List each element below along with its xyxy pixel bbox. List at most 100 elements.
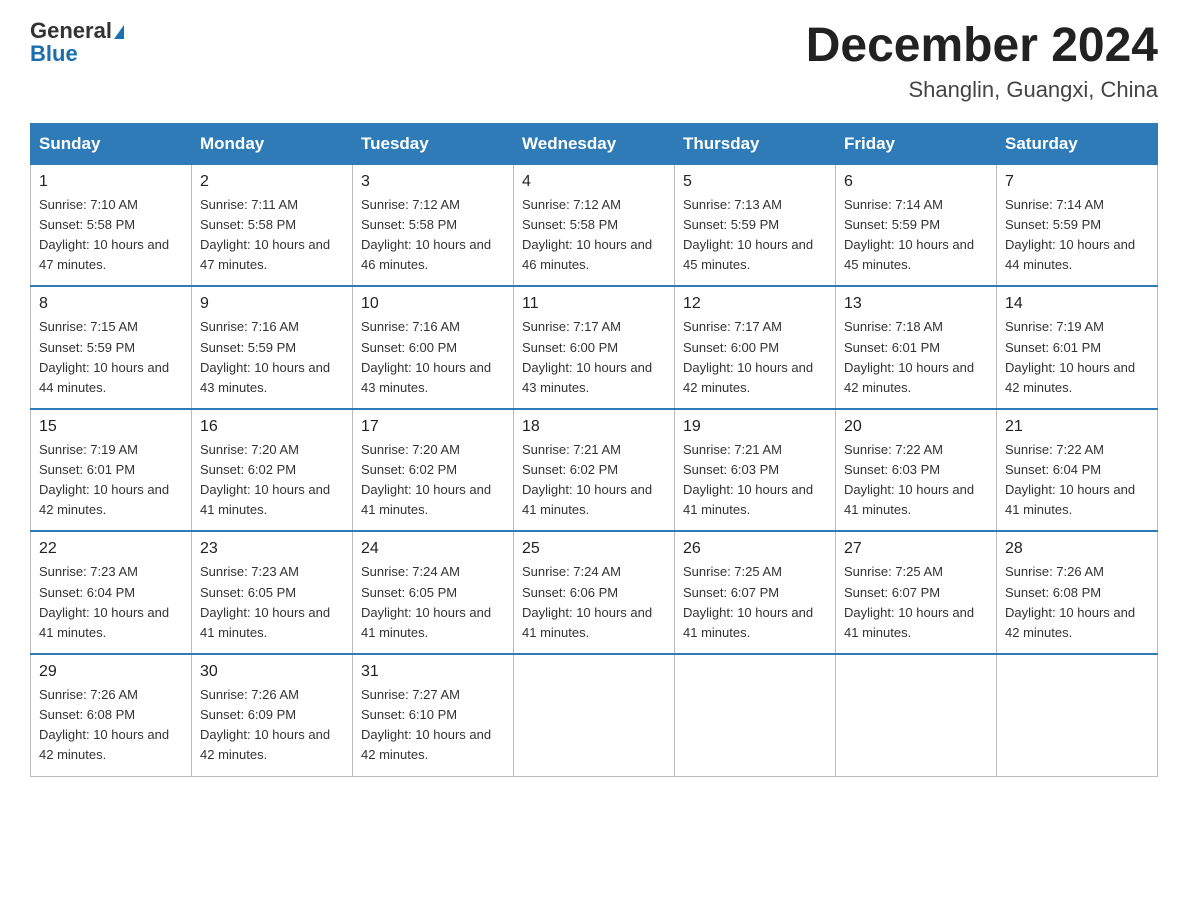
day-info: Sunrise: 7:27 AMSunset: 6:10 PMDaylight:… xyxy=(361,685,505,766)
calendar-cell: 8Sunrise: 7:15 AMSunset: 5:59 PMDaylight… xyxy=(31,286,192,409)
day-number: 3 xyxy=(361,173,505,191)
calendar-cell: 1 Sunrise: 7:10 AMSunset: 5:58 PMDaylight… xyxy=(31,164,192,286)
logo-blue: Blue xyxy=(30,41,78,66)
calendar-table: SundayMondayTuesdayWednesdayThursdayFrid… xyxy=(30,123,1158,777)
calendar-cell: 13Sunrise: 7:18 AMSunset: 6:01 PMDayligh… xyxy=(836,286,997,409)
day-info: Sunrise: 7:22 AMSunset: 6:03 PMDaylight:… xyxy=(844,440,988,521)
day-number: 20 xyxy=(844,418,988,436)
calendar-cell: 4Sunrise: 7:12 AMSunset: 5:58 PMDaylight… xyxy=(514,164,675,286)
calendar-cell: 18Sunrise: 7:21 AMSunset: 6:02 PMDayligh… xyxy=(514,409,675,532)
calendar-cell: 9 Sunrise: 7:16 AMSunset: 5:59 PMDaylight… xyxy=(192,286,353,409)
day-number: 25 xyxy=(522,540,666,558)
weekday-header-monday: Monday xyxy=(192,123,353,164)
logo-text: General xyxy=(30,20,124,43)
calendar-cell xyxy=(514,654,675,776)
day-info: Sunrise: 7:10 AMSunset: 5:58 PMDaylight:… xyxy=(39,195,183,276)
week-row-3: 15 Sunrise: 7:19 AMSunset: 6:01 PMDayligh… xyxy=(31,409,1158,532)
day-number: 11 xyxy=(522,295,666,313)
day-info: Sunrise: 7:19 AMSunset: 6:01 PMDaylight:… xyxy=(39,440,183,521)
day-number: 2 xyxy=(200,173,344,191)
calendar-cell: 15 Sunrise: 7:19 AMSunset: 6:01 PMDayligh… xyxy=(31,409,192,532)
weekday-header-friday: Friday xyxy=(836,123,997,164)
day-number: 6 xyxy=(844,173,988,191)
location: Shanglin, Guangxi, China xyxy=(806,77,1158,103)
weekday-header-saturday: Saturday xyxy=(997,123,1158,164)
calendar-cell: 17Sunrise: 7:20 AMSunset: 6:02 PMDayligh… xyxy=(353,409,514,532)
calendar-cell: 6 Sunrise: 7:14 AMSunset: 5:59 PMDaylight… xyxy=(836,164,997,286)
day-number: 19 xyxy=(683,418,827,436)
day-number: 29 xyxy=(39,663,183,681)
calendar-cell: 27 Sunrise: 7:25 AMSunset: 6:07 PMDayligh… xyxy=(836,531,997,654)
calendar-cell: 29 Sunrise: 7:26 AMSunset: 6:08 PMDayligh… xyxy=(31,654,192,776)
week-row-2: 8Sunrise: 7:15 AMSunset: 5:59 PMDaylight… xyxy=(31,286,1158,409)
weekday-header-thursday: Thursday xyxy=(675,123,836,164)
day-info: Sunrise: 7:16 AMSunset: 5:59 PMDaylight:… xyxy=(200,317,344,398)
calendar-cell: 26 Sunrise: 7:25 AMSunset: 6:07 PMDayligh… xyxy=(675,531,836,654)
day-number: 31 xyxy=(361,663,505,681)
day-number: 10 xyxy=(361,295,505,313)
day-info: Sunrise: 7:26 AMSunset: 6:09 PMDaylight:… xyxy=(200,685,344,766)
logo-triangle-icon xyxy=(114,25,124,39)
day-info: Sunrise: 7:18 AMSunset: 6:01 PMDaylight:… xyxy=(844,317,988,398)
calendar-cell: 3Sunrise: 7:12 AMSunset: 5:58 PMDaylight… xyxy=(353,164,514,286)
weekday-header-sunday: Sunday xyxy=(31,123,192,164)
title-block: December 2024 Shanglin, Guangxi, China xyxy=(806,20,1158,103)
calendar-cell xyxy=(997,654,1158,776)
day-info: Sunrise: 7:21 AMSunset: 6:03 PMDaylight:… xyxy=(683,440,827,521)
calendar-cell: 31 Sunrise: 7:27 AMSunset: 6:10 PMDayligh… xyxy=(353,654,514,776)
day-number: 27 xyxy=(844,540,988,558)
calendar-cell: 20 Sunrise: 7:22 AMSunset: 6:03 PMDayligh… xyxy=(836,409,997,532)
calendar-cell: 23Sunrise: 7:23 AMSunset: 6:05 PMDayligh… xyxy=(192,531,353,654)
day-number: 9 xyxy=(200,295,344,313)
day-info: Sunrise: 7:17 AMSunset: 6:00 PMDaylight:… xyxy=(683,317,827,398)
day-number: 26 xyxy=(683,540,827,558)
day-info: Sunrise: 7:11 AMSunset: 5:58 PMDaylight:… xyxy=(200,195,344,276)
day-number: 7 xyxy=(1005,173,1149,191)
day-number: 18 xyxy=(522,418,666,436)
calendar-cell: 25 Sunrise: 7:24 AMSunset: 6:06 PMDayligh… xyxy=(514,531,675,654)
calendar-cell: 30 Sunrise: 7:26 AMSunset: 6:09 PMDayligh… xyxy=(192,654,353,776)
calendar-cell: 10 Sunrise: 7:16 AMSunset: 6:00 PMDayligh… xyxy=(353,286,514,409)
day-info: Sunrise: 7:25 AMSunset: 6:07 PMDaylight:… xyxy=(683,562,827,643)
calendar-cell: 11 Sunrise: 7:17 AMSunset: 6:00 PMDayligh… xyxy=(514,286,675,409)
day-info: Sunrise: 7:20 AMSunset: 6:02 PMDaylight:… xyxy=(200,440,344,521)
day-number: 23 xyxy=(200,540,344,558)
day-number: 1 xyxy=(39,173,183,191)
calendar-cell: 2 Sunrise: 7:11 AMSunset: 5:58 PMDaylight… xyxy=(192,164,353,286)
day-info: Sunrise: 7:25 AMSunset: 6:07 PMDaylight:… xyxy=(844,562,988,643)
calendar-cell: 19 Sunrise: 7:21 AMSunset: 6:03 PMDayligh… xyxy=(675,409,836,532)
day-number: 16 xyxy=(200,418,344,436)
day-info: Sunrise: 7:24 AMSunset: 6:06 PMDaylight:… xyxy=(522,562,666,643)
day-info: Sunrise: 7:15 AMSunset: 5:59 PMDaylight:… xyxy=(39,317,183,398)
day-info: Sunrise: 7:13 AMSunset: 5:59 PMDaylight:… xyxy=(683,195,827,276)
day-info: Sunrise: 7:19 AMSunset: 6:01 PMDaylight:… xyxy=(1005,317,1149,398)
calendar-cell: 22Sunrise: 7:23 AMSunset: 6:04 PMDayligh… xyxy=(31,531,192,654)
calendar-cell: 24 Sunrise: 7:24 AMSunset: 6:05 PMDayligh… xyxy=(353,531,514,654)
day-number: 14 xyxy=(1005,295,1149,313)
day-number: 15 xyxy=(39,418,183,436)
day-number: 4 xyxy=(522,173,666,191)
logo: General Blue xyxy=(30,20,124,66)
day-number: 28 xyxy=(1005,540,1149,558)
day-info: Sunrise: 7:14 AMSunset: 5:59 PMDaylight:… xyxy=(844,195,988,276)
day-info: Sunrise: 7:26 AMSunset: 6:08 PMDaylight:… xyxy=(1005,562,1149,643)
day-info: Sunrise: 7:14 AMSunset: 5:59 PMDaylight:… xyxy=(1005,195,1149,276)
day-number: 24 xyxy=(361,540,505,558)
calendar-cell: 21Sunrise: 7:22 AMSunset: 6:04 PMDayligh… xyxy=(997,409,1158,532)
calendar-cell xyxy=(836,654,997,776)
day-info: Sunrise: 7:24 AMSunset: 6:05 PMDaylight:… xyxy=(361,562,505,643)
day-number: 5 xyxy=(683,173,827,191)
weekday-header-tuesday: Tuesday xyxy=(353,123,514,164)
day-info: Sunrise: 7:17 AMSunset: 6:00 PMDaylight:… xyxy=(522,317,666,398)
calendar-cell xyxy=(675,654,836,776)
calendar-cell: 14 Sunrise: 7:19 AMSunset: 6:01 PMDayligh… xyxy=(997,286,1158,409)
day-info: Sunrise: 7:20 AMSunset: 6:02 PMDaylight:… xyxy=(361,440,505,521)
week-row-1: 1 Sunrise: 7:10 AMSunset: 5:58 PMDaylight… xyxy=(31,164,1158,286)
day-number: 21 xyxy=(1005,418,1149,436)
day-info: Sunrise: 7:16 AMSunset: 6:00 PMDaylight:… xyxy=(361,317,505,398)
day-info: Sunrise: 7:26 AMSunset: 6:08 PMDaylight:… xyxy=(39,685,183,766)
month-title: December 2024 xyxy=(806,20,1158,73)
logo-general: General xyxy=(30,18,124,43)
day-number: 12 xyxy=(683,295,827,313)
day-number: 30 xyxy=(200,663,344,681)
